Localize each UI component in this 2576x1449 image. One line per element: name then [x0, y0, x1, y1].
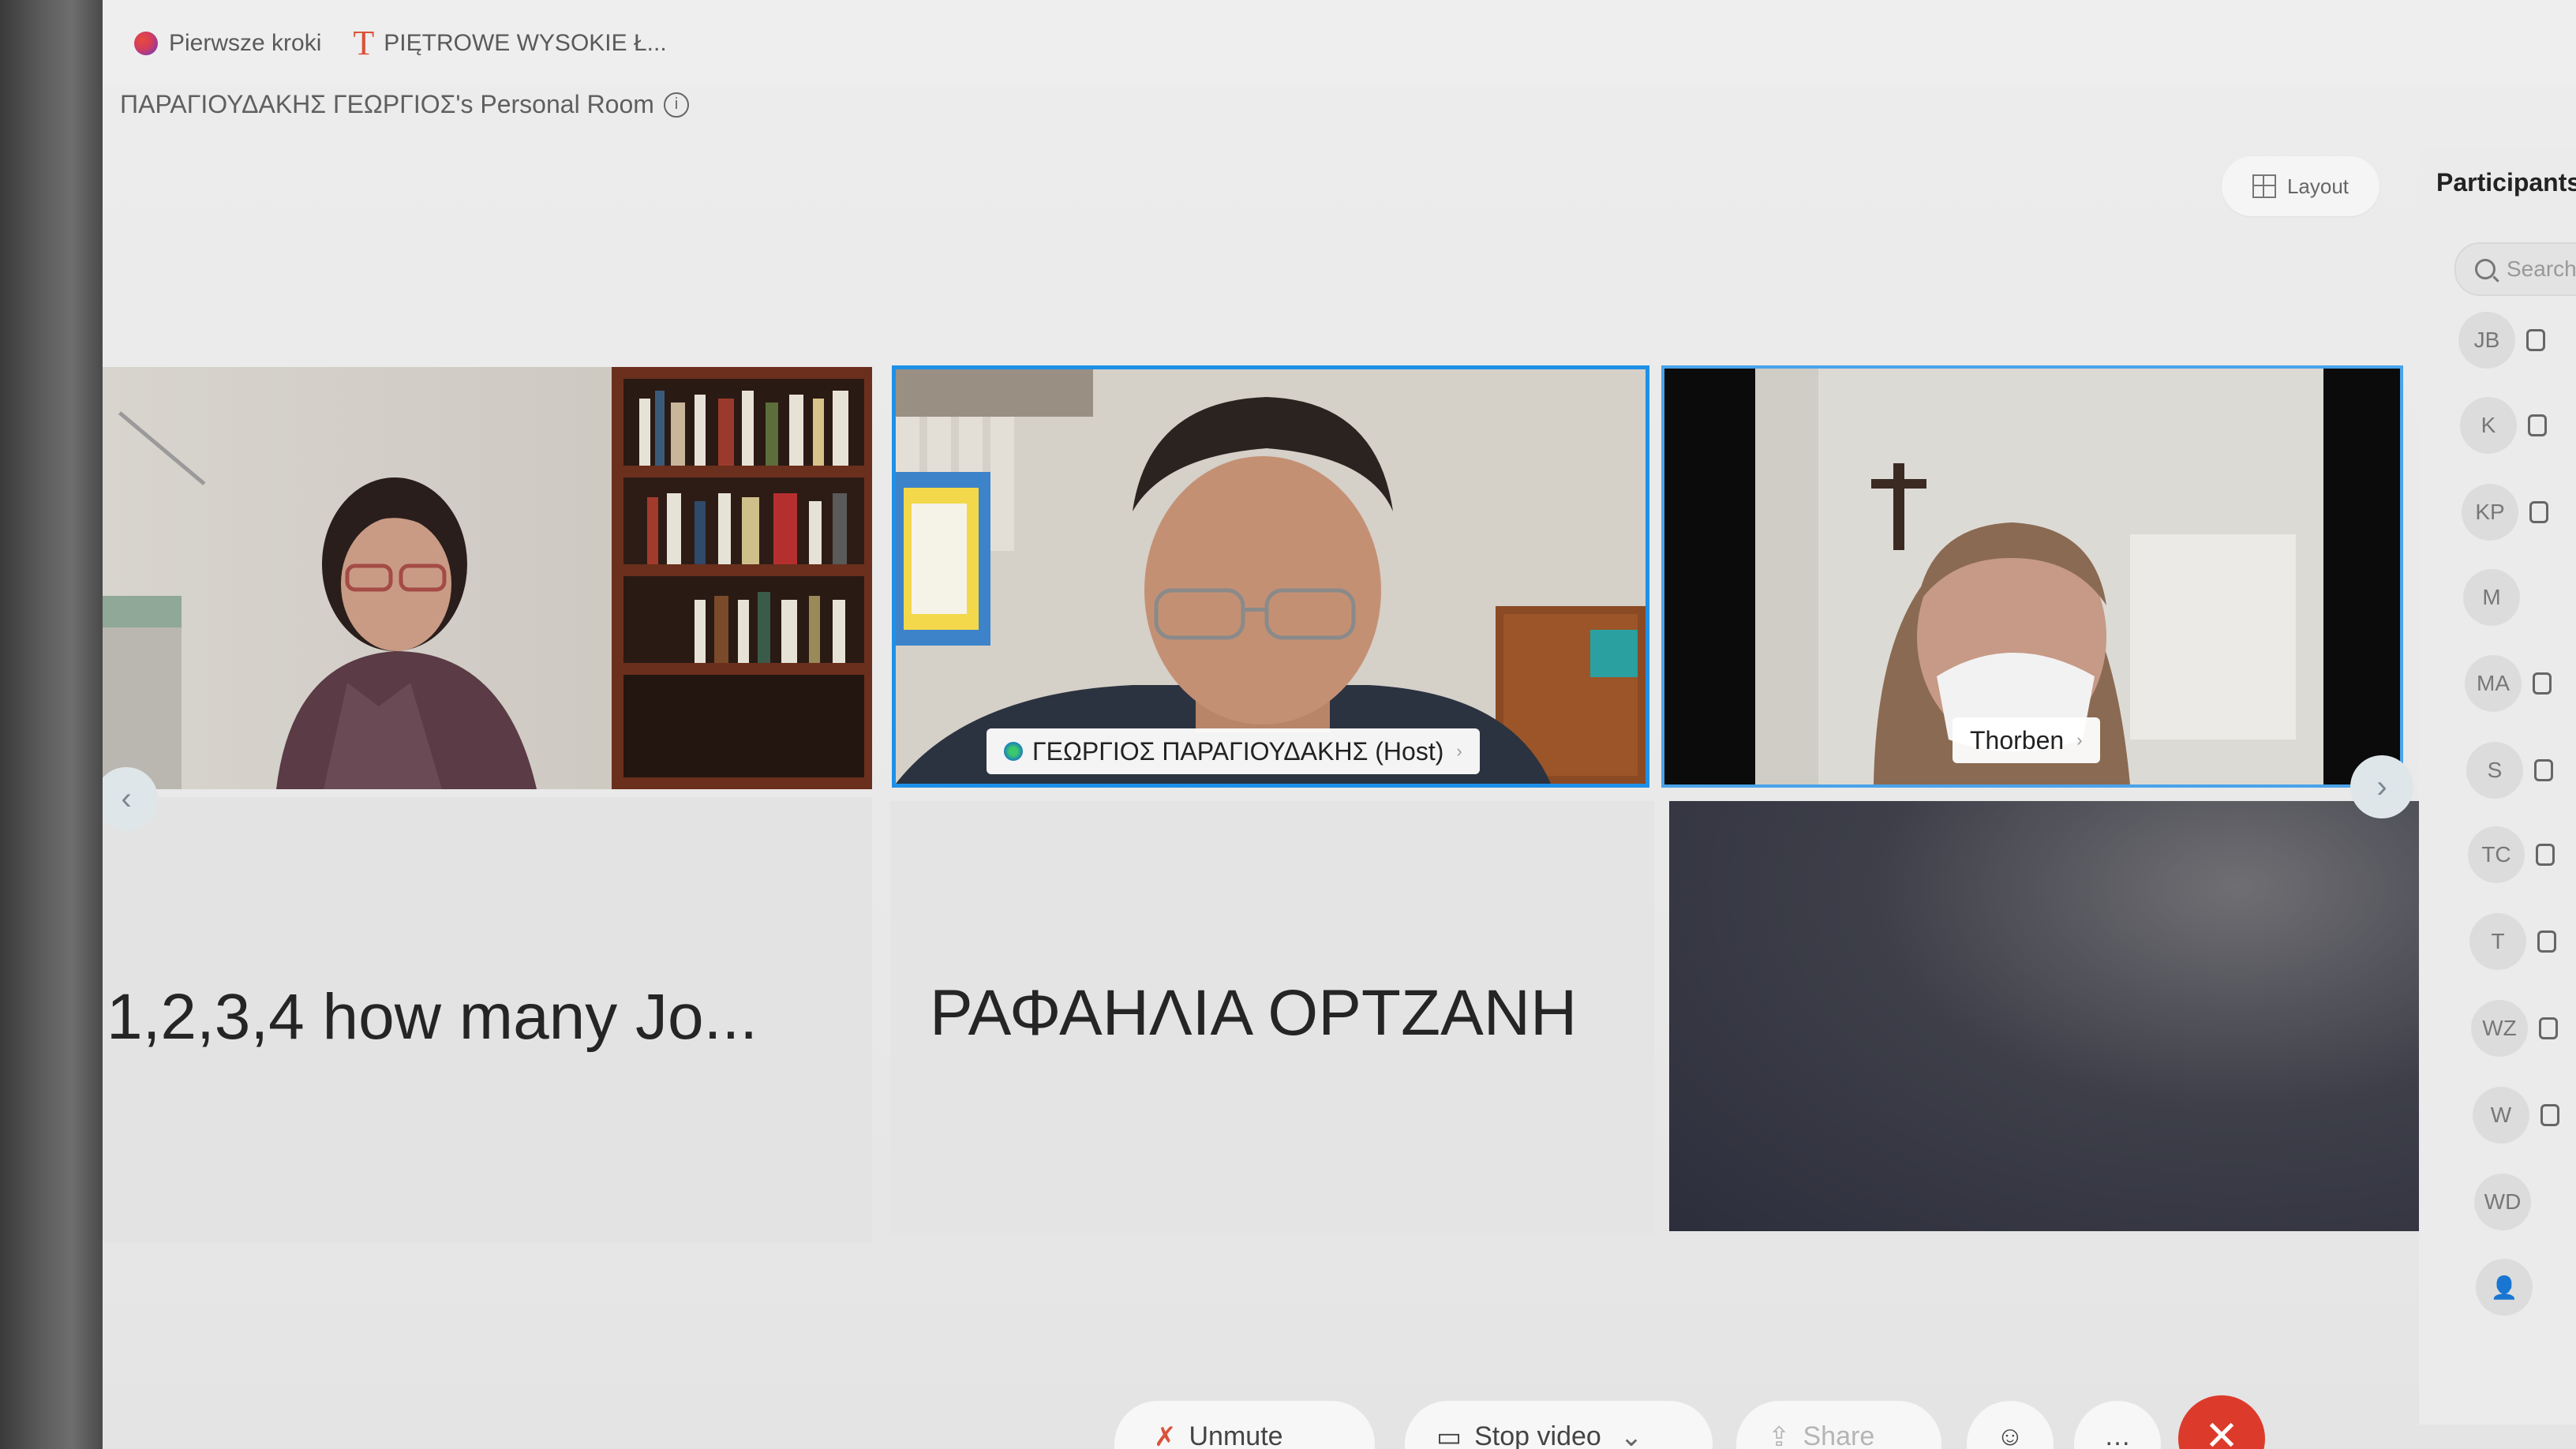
- participant-item[interactable]: TC: [2468, 826, 2555, 883]
- video-status-icon: [2539, 1017, 2558, 1039]
- globe-icon: [134, 32, 158, 55]
- participant-search-input[interactable]: Search: [2454, 242, 2576, 296]
- leave-meeting-button[interactable]: ✕: [2178, 1395, 2265, 1449]
- host-name-label: ΓΕΩΡΓΙΟΣ ΠΑΡΑΓΙΟΥΔΑΚΗΣ (Host) ›: [987, 728, 1480, 774]
- thorben-name-label: Thorben ›: [1953, 717, 2100, 763]
- layout-label: Layout: [2286, 174, 2349, 198]
- share-label: Share: [1803, 1421, 1875, 1449]
- chevron-right-icon: ›: [2376, 769, 2387, 804]
- participant-item[interactable]: S: [2466, 742, 2553, 799]
- avatar: JB: [2458, 312, 2515, 369]
- video-tile-1[interactable]: [103, 367, 872, 789]
- bookmark-pierwsze-kroki[interactable]: Pierwsze kroki: [134, 30, 321, 57]
- chevron-right-icon: ›: [2076, 730, 2083, 750]
- screen: Pierwsze kroki T PIĘTROWE WYSOKIE Ł... Π…: [103, 0, 2576, 1449]
- chevron-right-icon: ›: [1456, 741, 1462, 761]
- share-button[interactable]: ⇪ Share: [1736, 1401, 1941, 1449]
- smile-icon: ☺: [1996, 1421, 2024, 1449]
- avatar: S: [2466, 742, 2523, 799]
- name-tile-rafailia[interactable]: ΡΑΦΑΗΛΙΑ ΟΡΤΖΑΝΗ: [890, 801, 1654, 1235]
- avatar: WD: [2474, 1174, 2531, 1230]
- participant-item[interactable]: MA: [2465, 655, 2552, 712]
- mic-icon: [2533, 672, 2552, 695]
- thorben-name: Thorben: [1970, 725, 2065, 754]
- person-icon: 👤: [2476, 1259, 2533, 1316]
- name-tile-jo[interactable]: 1,2,3,4 how many Jo...: [103, 797, 872, 1243]
- bookmark-label: Pierwsze kroki: [169, 30, 322, 56]
- video-status-icon: [2537, 930, 2556, 953]
- video-frame: [896, 369, 1646, 784]
- layout-button[interactable]: Layout: [2222, 156, 2379, 216]
- status-icon: [1004, 742, 1023, 761]
- t-logo-icon: T: [353, 24, 375, 62]
- video-frame: [103, 367, 872, 789]
- participant-item[interactable]: 👤: [2476, 1259, 2533, 1316]
- avatar: TC: [2468, 826, 2525, 883]
- unmute-label: Unmute: [1189, 1421, 1283, 1449]
- stop-video-button[interactable]: ▭ Stop video ⌄: [1405, 1401, 1713, 1449]
- participants-panel: Participants Search JB K KP M MA S TC T …: [2419, 146, 2576, 1425]
- room-title-text: ΠΑΡΑΓΙΟΥΔΑΚΗΣ ΓΕΩΡΓΙΟΣ's Personal Room: [120, 90, 654, 118]
- participant-item[interactable]: WD: [2474, 1174, 2531, 1230]
- reactions-button[interactable]: ☺: [1967, 1401, 2054, 1449]
- participant-item[interactable]: K: [2460, 397, 2547, 454]
- chevron-down-icon: ⌄: [1619, 1422, 1643, 1449]
- participant-item[interactable]: T: [2469, 913, 2556, 970]
- video-status-icon: [2540, 1104, 2559, 1126]
- participant-item[interactable]: M: [2463, 569, 2520, 626]
- avatar: M: [2463, 569, 2520, 626]
- mic-icon: [2526, 329, 2545, 351]
- next-page-arrow[interactable]: ›: [2350, 755, 2413, 818]
- mic-icon: [2529, 501, 2548, 523]
- grid-icon: [2252, 174, 2276, 198]
- avatar: K: [2460, 397, 2517, 454]
- avatar: WZ: [2471, 1000, 2528, 1057]
- unmute-button[interactable]: ✗ Unmute: [1114, 1401, 1375, 1449]
- search-icon: [2475, 259, 2496, 279]
- mic-icon: [2528, 414, 2547, 436]
- participant-item[interactable]: WZ: [2471, 1000, 2558, 1057]
- participant-item[interactable]: JB: [2458, 312, 2545, 369]
- room-title: ΠΑΡΑΓΙΟΥΔΑΚΗΣ ΓΕΩΡΓΙΟΣ's Personal Room i: [120, 90, 689, 119]
- monitor-bezel: [0, 0, 103, 1449]
- tile-name: ΡΑΦΑΗΛΙΑ ΟΡΤΖΑΝΗ: [930, 977, 1578, 1049]
- share-icon: ⇪: [1768, 1422, 1791, 1449]
- stop-video-label: Stop video: [1474, 1421, 1601, 1449]
- more-icon: …: [2104, 1421, 2131, 1449]
- host-name: ΓΕΩΡΓΙΟΣ ΠΑΡΑΓΙΟΥΔΑΚΗΣ (Host): [1032, 736, 1444, 766]
- chevron-left-icon: ‹: [121, 781, 132, 816]
- blank-video-tile[interactable]: [1669, 801, 2427, 1231]
- participant-item[interactable]: W: [2473, 1087, 2559, 1144]
- bookshelf: [623, 379, 864, 777]
- more-options-button[interactable]: …: [2074, 1401, 2161, 1449]
- camera-icon: ▭: [1436, 1422, 1462, 1449]
- avatar: T: [2469, 913, 2526, 970]
- info-icon[interactable]: i: [663, 92, 689, 118]
- video-status-icon: [2536, 844, 2555, 866]
- video-tile-thorben[interactable]: Thorben ›: [1661, 365, 2403, 788]
- avatar: W: [2473, 1087, 2529, 1144]
- participants-title: Participants: [2436, 168, 2576, 197]
- bookmarks-bar: Pierwsze kroki T PIĘTROWE WYSOKIE Ł...: [103, 0, 2576, 87]
- bookmark-label: PIĘTROWE WYSOKIE Ł...: [384, 30, 667, 56]
- video-tile-host[interactable]: ΓΕΩΡΓΙΟΣ ΠΑΡΑΓΙΟΥΔΑΚΗΣ (Host) ›: [892, 365, 1649, 788]
- mic-muted-icon: ✗: [1154, 1422, 1177, 1449]
- video-status-icon: [2534, 759, 2553, 781]
- participant-item[interactable]: KP: [2462, 484, 2548, 541]
- avatar: KP: [2462, 484, 2518, 541]
- avatar: MA: [2465, 655, 2522, 712]
- tile-name: 1,2,3,4 how many Jo...: [107, 981, 758, 1053]
- close-icon: ✕: [2204, 1413, 2239, 1449]
- search-placeholder: Search: [2507, 256, 2576, 281]
- bookmark-pietrowe[interactable]: T PIĘTROWE WYSOKIE Ł...: [353, 26, 666, 61]
